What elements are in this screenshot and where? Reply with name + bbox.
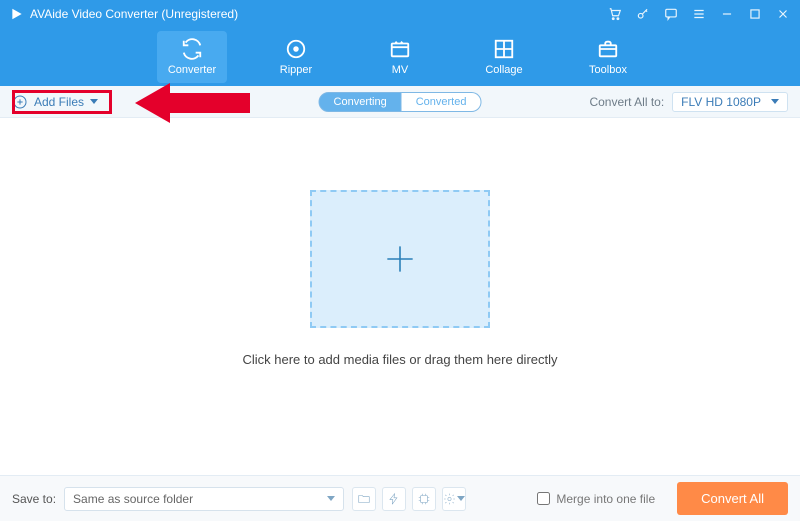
tab-toolbox[interactable]: Toolbox (573, 31, 643, 83)
key-icon[interactable] (636, 7, 650, 21)
tab-converter[interactable]: Converter (157, 31, 227, 83)
tab-label: Toolbox (589, 64, 627, 76)
convert-all-to-label: Convert All to: (589, 95, 664, 109)
plus-icon (381, 240, 419, 278)
convert-all-to: Convert All to: FLV HD 1080P (589, 92, 788, 112)
tab-ripper[interactable]: Ripper (261, 31, 331, 83)
chevron-down-icon (327, 496, 335, 501)
mode-toggle: Converting Converted (319, 92, 482, 112)
tab-mv[interactable]: MV (365, 31, 435, 83)
tab-label: Collage (485, 64, 522, 76)
bottom-bar: Save to: Same as source folder Merge int… (0, 475, 800, 521)
save-to-value: Same as source folder (73, 492, 193, 506)
output-format-select[interactable]: FLV HD 1080P (672, 92, 788, 112)
convert-all-button[interactable]: Convert All (677, 482, 788, 515)
converter-icon (181, 38, 203, 60)
folder-icon (357, 492, 371, 506)
chevron-down-icon (457, 496, 465, 501)
merge-label: Merge into one file (556, 492, 655, 506)
maximize-icon[interactable] (748, 7, 762, 21)
logo-icon (10, 7, 24, 21)
add-files-button[interactable]: Add Files (12, 94, 98, 110)
tab-collage[interactable]: Collage (469, 31, 539, 83)
feedback-icon[interactable] (664, 7, 678, 21)
open-folder-button[interactable] (352, 487, 376, 511)
minimize-icon[interactable] (720, 7, 734, 21)
chevron-down-icon (771, 99, 779, 104)
main-area: Click here to add media files or drag th… (0, 118, 800, 438)
speed-button[interactable] (382, 487, 406, 511)
close-icon[interactable] (776, 7, 790, 21)
plus-circle-icon (12, 94, 28, 110)
title-bar: AVAide Video Converter (Unregistered) (0, 0, 800, 28)
bolt-icon (387, 492, 401, 506)
tab-label: Ripper (280, 64, 312, 76)
menu-icon[interactable] (692, 7, 706, 21)
save-to-label: Save to: (12, 492, 56, 506)
cart-icon[interactable] (608, 7, 622, 21)
mode-converted[interactable]: Converted (402, 92, 482, 112)
chevron-down-icon (90, 99, 98, 104)
app-logo: AVAide Video Converter (Unregistered) (10, 7, 238, 21)
dropzone[interactable] (310, 190, 490, 328)
save-to-select[interactable]: Same as source folder (64, 487, 344, 511)
merge-checkbox-input[interactable] (537, 492, 550, 505)
add-files-label: Add Files (34, 95, 84, 109)
chip-icon (417, 492, 431, 506)
toolbox-icon (597, 38, 619, 60)
dropzone-text: Click here to add media files or drag th… (242, 352, 557, 367)
merge-checkbox[interactable]: Merge into one file (537, 492, 655, 506)
collage-icon (493, 38, 515, 60)
ripper-icon (285, 38, 307, 60)
gear-icon (443, 492, 456, 506)
tab-label: MV (392, 64, 409, 76)
mv-icon (389, 38, 411, 60)
gpu-button[interactable] (412, 487, 436, 511)
titlebar-controls (608, 7, 790, 21)
mode-converting[interactable]: Converting (319, 92, 402, 112)
tab-label: Converter (168, 64, 216, 76)
format-value: FLV HD 1080P (681, 95, 761, 109)
main-toolbar: Converter Ripper MV Collage Toolbox (0, 28, 800, 86)
secondary-bar: Add Files Converting Converted Convert A… (0, 86, 800, 118)
bottom-icon-group (352, 487, 466, 511)
app-title: AVAide Video Converter (Unregistered) (30, 7, 238, 21)
settings-button[interactable] (442, 487, 466, 511)
